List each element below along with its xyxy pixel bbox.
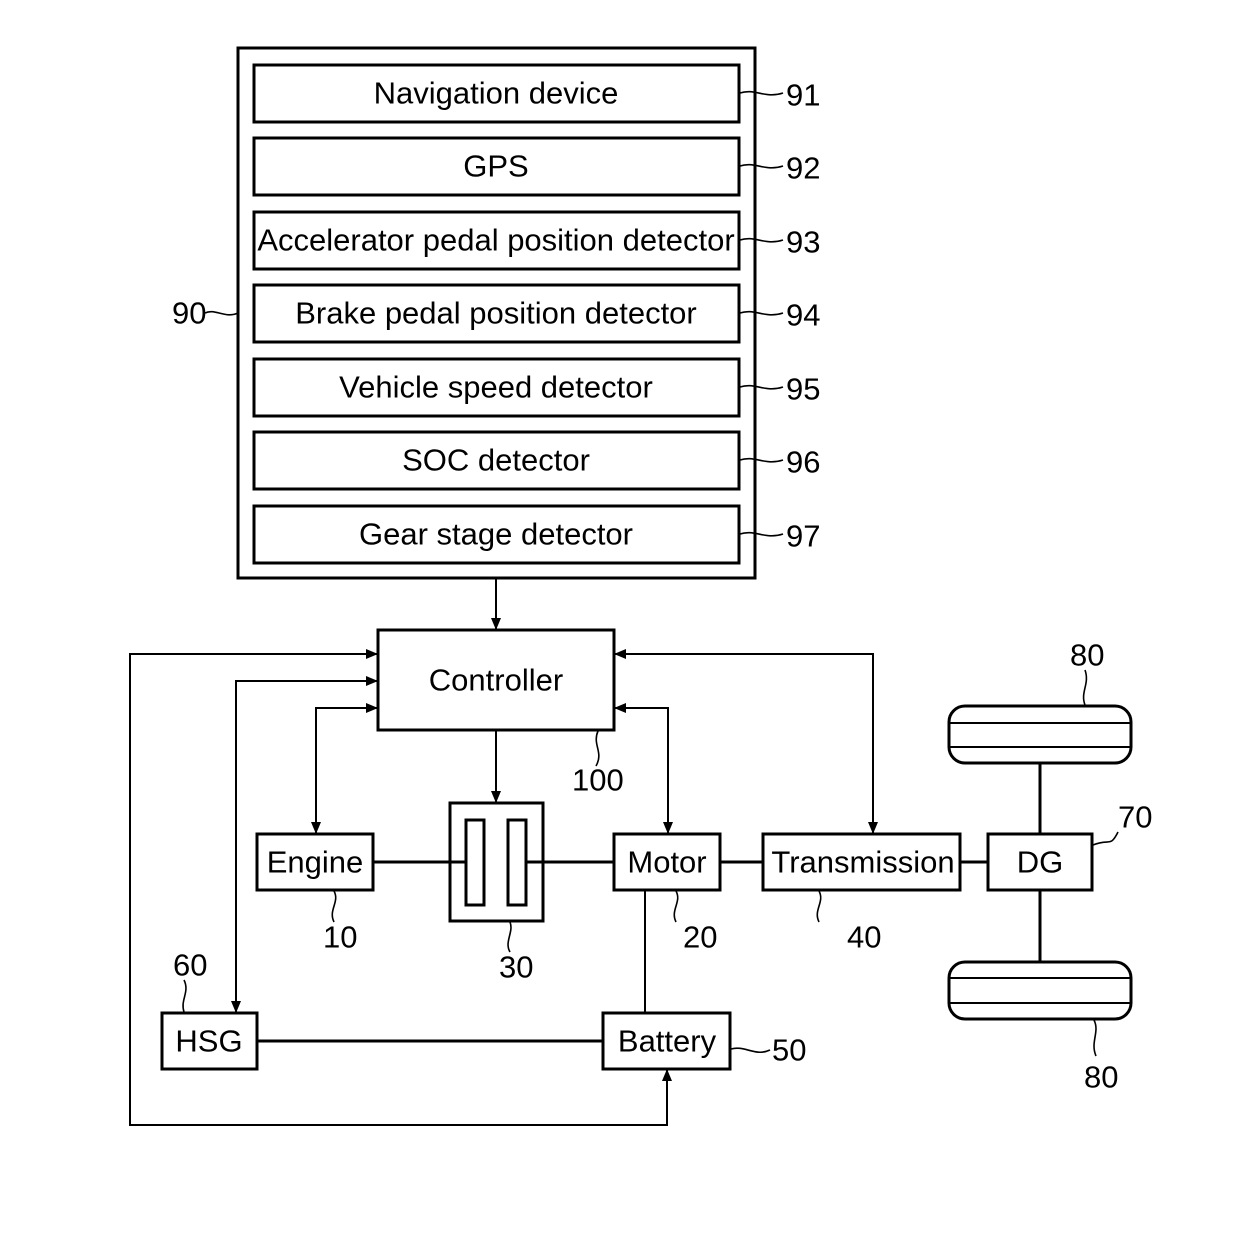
clutch-plate bbox=[506, 818, 528, 907]
engine-label: Engine bbox=[267, 845, 364, 880]
engine-block: Engine 10 bbox=[255, 832, 375, 955]
ref-number: 80 bbox=[1070, 638, 1104, 673]
ref-number: 100 bbox=[572, 763, 624, 798]
block-diagram: Navigation device GPS Accelerator pedal … bbox=[129, 46, 1152, 1126]
leader-line bbox=[204, 310, 239, 316]
clutch-block: 30 bbox=[448, 801, 545, 985]
controller-label: Controller bbox=[429, 663, 563, 698]
ref-number: 70 bbox=[1118, 800, 1152, 835]
sensor-navigation-device: Navigation device bbox=[252, 63, 741, 124]
leader-line bbox=[1092, 831, 1119, 846]
sensor-soc: SOC detector bbox=[252, 430, 741, 491]
motor-label: Motor bbox=[627, 845, 706, 880]
sensor-gps: GPS bbox=[252, 136, 741, 197]
signal-engine-controller bbox=[315, 703, 378, 834]
sensor-label: Gear stage detector bbox=[359, 517, 633, 552]
battery-label: Battery bbox=[618, 1024, 717, 1059]
ref-number: 10 bbox=[323, 920, 357, 955]
battery-block: Battery 50 bbox=[601, 1011, 806, 1071]
leader-line bbox=[507, 921, 512, 953]
ref-number: 80 bbox=[1084, 1060, 1118, 1095]
leader-line bbox=[331, 890, 337, 923]
sensor-brake-pedal: Brake pedal position detector bbox=[252, 283, 741, 344]
clutch-plate bbox=[464, 818, 486, 907]
leader-line bbox=[595, 730, 600, 767]
ref-number: 97 bbox=[786, 519, 820, 554]
ref-number: 20 bbox=[683, 920, 717, 955]
dg-block: DG 70 bbox=[986, 800, 1152, 892]
hsg-block: HSG 60 bbox=[160, 948, 259, 1071]
leader-line bbox=[673, 890, 679, 923]
ref-number: 50 bbox=[772, 1033, 806, 1068]
sensor-accelerator-pedal: Accelerator pedal position detector bbox=[252, 210, 741, 271]
sensor-label: Navigation device bbox=[374, 76, 619, 111]
ref-number: 94 bbox=[786, 298, 820, 333]
signal-transmission-controller bbox=[614, 649, 874, 834]
ref-number: 90 bbox=[172, 296, 206, 331]
ref-number: 40 bbox=[847, 920, 881, 955]
controller-block: Controller 100 bbox=[376, 628, 624, 798]
sensor-group: Navigation device GPS Accelerator pedal … bbox=[172, 46, 820, 580]
leader-line bbox=[182, 979, 187, 1013]
hsg-label: HSG bbox=[175, 1024, 242, 1059]
ref-number: 91 bbox=[786, 78, 820, 113]
ref-number: 95 bbox=[786, 372, 820, 407]
ref-number: 92 bbox=[786, 151, 820, 186]
ref-number: 60 bbox=[173, 948, 207, 983]
dg-label: DG bbox=[1017, 845, 1064, 880]
sensor-label: Brake pedal position detector bbox=[295, 296, 697, 331]
leader-line bbox=[1082, 669, 1088, 706]
leader-line bbox=[730, 1047, 771, 1054]
ref-number: 93 bbox=[786, 225, 820, 260]
sensor-label: Accelerator pedal position detector bbox=[257, 223, 734, 258]
sensor-label: Vehicle speed detector bbox=[339, 370, 653, 405]
ref-number: 96 bbox=[786, 445, 820, 480]
leader-line bbox=[1093, 1019, 1097, 1057]
ref-number: 30 bbox=[499, 950, 533, 985]
sensor-gear-stage: Gear stage detector bbox=[252, 504, 741, 565]
transmission-block: Transmission 40 bbox=[761, 832, 962, 955]
motor-block: Motor 20 bbox=[612, 832, 722, 955]
wheel-top: 80 bbox=[947, 638, 1133, 765]
leader-line bbox=[816, 890, 822, 923]
transmission-label: Transmission bbox=[771, 845, 954, 880]
sensor-label: SOC detector bbox=[402, 443, 590, 478]
sensor-label: GPS bbox=[463, 149, 528, 184]
sensor-vehicle-speed: Vehicle speed detector bbox=[252, 357, 741, 418]
wheel-bottom: 80 bbox=[947, 960, 1133, 1095]
